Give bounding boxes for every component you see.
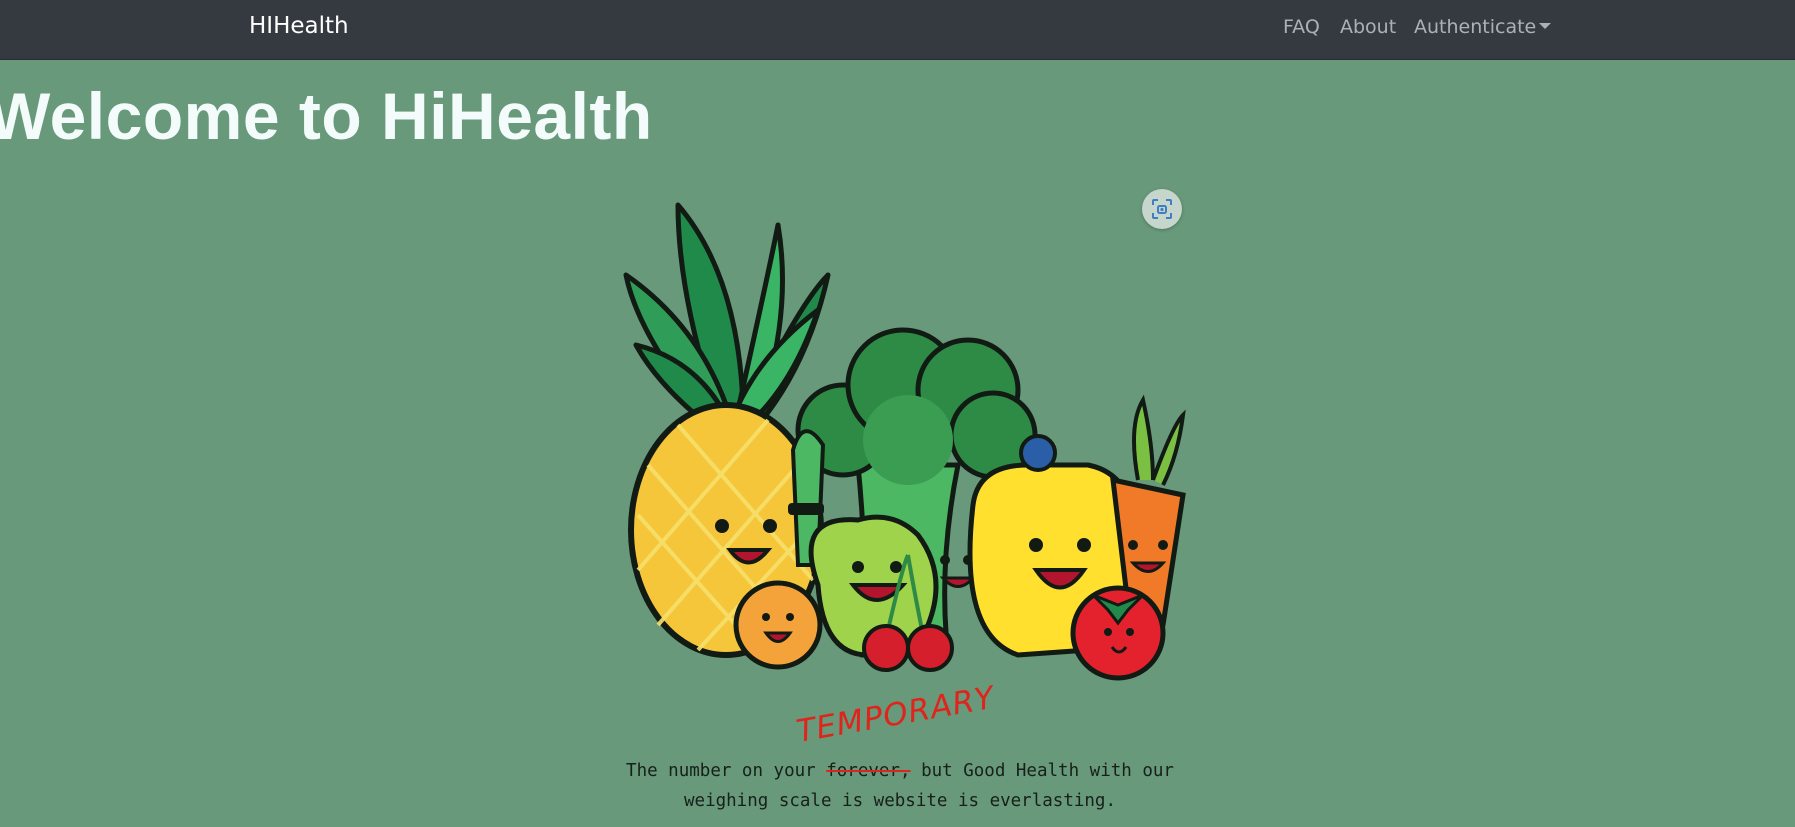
- nav-dropdown-authenticate[interactable]: Authenticate: [1414, 16, 1552, 38]
- caret-down-icon: [1539, 23, 1552, 29]
- tagline: The number on your forever, but Good Hea…: [600, 756, 1200, 816]
- handwritten-overwrite: TEMPORARY: [793, 679, 998, 750]
- image-search-button[interactable]: [1142, 189, 1182, 229]
- nav-link-about[interactable]: About: [1340, 16, 1396, 38]
- top-navbar: HIHealth FAQ About Authenticate: [0, 0, 1795, 60]
- fruit-vegetable-illustration: [623, 202, 1186, 681]
- page-title: Welcome to HiHealth: [0, 79, 653, 153]
- pineapple-leaves: [623, 202, 831, 428]
- tagline-part-3: website is everlasting.: [873, 790, 1116, 811]
- image-search-icon: [1152, 199, 1172, 219]
- orange: [733, 580, 823, 670]
- brand-link[interactable]: HIHealth: [249, 13, 349, 39]
- tagline-part-1: The number on your: [626, 760, 816, 781]
- nav-link-faq[interactable]: FAQ: [1283, 16, 1320, 38]
- struck-word: forever,: [826, 760, 911, 781]
- dropdown-label: Authenticate: [1414, 16, 1537, 38]
- tomato: [1070, 585, 1166, 681]
